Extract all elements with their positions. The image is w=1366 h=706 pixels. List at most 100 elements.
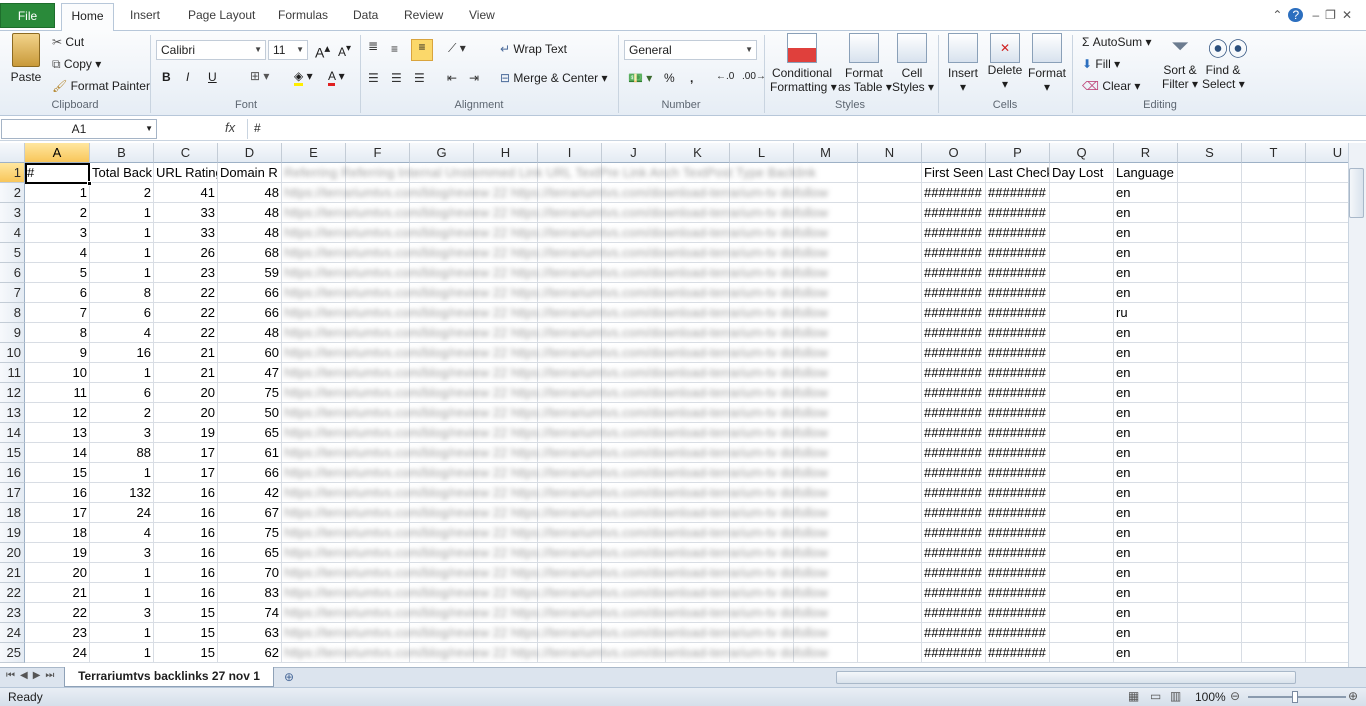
row-header[interactable]: 1: [0, 163, 25, 183]
table-cell[interactable]: ########: [986, 583, 1050, 603]
table-cell[interactable]: ########: [922, 643, 986, 663]
table-cell[interactable]: [1306, 643, 1348, 663]
cell-styles-button[interactable]: Cell Styles ▾: [892, 33, 934, 94]
restore-icon[interactable]: ❐: [1325, 8, 1342, 22]
fill-button[interactable]: ⬇ Fill ▾: [1082, 57, 1120, 71]
table-cell[interactable]: [1242, 463, 1306, 483]
table-cell[interactable]: 74: [218, 603, 282, 623]
table-cell[interactable]: 88: [90, 443, 154, 463]
table-cell[interactable]: 23: [25, 623, 90, 643]
table-cell[interactable]: 5: [25, 263, 90, 283]
table-cell[interactable]: ########: [922, 383, 986, 403]
column-header-c[interactable]: C: [154, 143, 218, 163]
minimize-ribbon-icon[interactable]: ⌃: [1272, 8, 1288, 22]
table-cell[interactable]: [1178, 203, 1242, 223]
table-cell[interactable]: [1306, 583, 1348, 603]
fill-handle[interactable]: [87, 181, 92, 186]
format-painter-button[interactable]: 🖌 Format Painter: [52, 79, 150, 93]
table-cell[interactable]: [1242, 183, 1306, 203]
table-cell[interactable]: [1050, 303, 1114, 323]
table-cell[interactable]: 14: [25, 443, 90, 463]
table-cell[interactable]: 3: [90, 423, 154, 443]
table-cell[interactable]: 21: [154, 343, 218, 363]
table-cell[interactable]: [1050, 523, 1114, 543]
table-cell[interactable]: ########: [986, 263, 1050, 283]
table-cell[interactable]: [1178, 303, 1242, 323]
table-cell[interactable]: ########: [922, 303, 986, 323]
table-cell[interactable]: 66: [218, 463, 282, 483]
tab-home[interactable]: Home: [61, 3, 114, 31]
table-cell[interactable]: [1242, 563, 1306, 583]
table-cell[interactable]: 63: [218, 623, 282, 643]
table-cell[interactable]: 65: [218, 543, 282, 563]
table-cell[interactable]: [1242, 363, 1306, 383]
autosum-button[interactable]: Σ AutoSum ▾: [1082, 35, 1151, 49]
table-cell[interactable]: [1242, 403, 1306, 423]
table-cell[interactable]: [1242, 283, 1306, 303]
table-cell[interactable]: en: [1114, 403, 1178, 423]
column-header-d[interactable]: D: [218, 143, 282, 163]
row-header[interactable]: 4: [0, 223, 25, 243]
table-cell[interactable]: ########: [922, 343, 986, 363]
shrink-font-button[interactable]: A▾: [338, 43, 351, 59]
table-cell[interactable]: ########: [986, 343, 1050, 363]
table-cell[interactable]: 3: [90, 603, 154, 623]
table-cell[interactable]: ########: [922, 543, 986, 563]
column-header-q[interactable]: Q: [1050, 143, 1114, 163]
table-cell[interactable]: en: [1114, 263, 1178, 283]
column-header-t[interactable]: T: [1242, 143, 1306, 163]
column-header-f[interactable]: F: [346, 143, 410, 163]
table-cell[interactable]: 24: [25, 643, 90, 663]
table-cell[interactable]: [1306, 523, 1348, 543]
table-cell[interactable]: [1306, 283, 1348, 303]
table-cell[interactable]: en: [1114, 623, 1178, 643]
table-cell[interactable]: 19: [25, 543, 90, 563]
table-cell[interactable]: [1306, 263, 1348, 283]
column-header-o[interactable]: O: [922, 143, 986, 163]
comma-button[interactable]: ,: [690, 71, 693, 85]
table-cell[interactable]: 42: [218, 483, 282, 503]
vertical-scroll-thumb[interactable]: [1349, 168, 1364, 218]
find-select-button[interactable]: ⦿⦿ Find & Select ▾: [1202, 33, 1248, 91]
table-cell[interactable]: 8: [25, 323, 90, 343]
align-bottom-button[interactable]: ≡: [411, 39, 433, 61]
delete-cells-button[interactable]: ✕ Delete ▾: [986, 33, 1024, 91]
table-cell[interactable]: [1242, 623, 1306, 643]
column-header-r[interactable]: R: [1114, 143, 1178, 163]
table-cell[interactable]: [1178, 423, 1242, 443]
table-cell[interactable]: [1050, 583, 1114, 603]
table-cell[interactable]: 33: [154, 223, 218, 243]
table-cell[interactable]: [1178, 343, 1242, 363]
column-header-j[interactable]: J: [602, 143, 666, 163]
orientation-button[interactable]: ⟋ ▾: [448, 41, 466, 56]
table-cell[interactable]: 15: [154, 603, 218, 623]
table-cell[interactable]: 1: [90, 583, 154, 603]
table-cell[interactable]: ########: [986, 203, 1050, 223]
table-cell[interactable]: ########: [986, 363, 1050, 383]
increase-decimal-button[interactable]: ←.0: [716, 71, 734, 82]
number-format-combo[interactable]: General ▼: [624, 40, 757, 60]
table-cell[interactable]: 16: [90, 343, 154, 363]
table-cell[interactable]: ########: [986, 543, 1050, 563]
fill-color-button[interactable]: ◈ ▾: [294, 69, 313, 86]
row-header[interactable]: 19: [0, 523, 25, 543]
table-cell[interactable]: 68: [218, 243, 282, 263]
table-cell[interactable]: [1050, 503, 1114, 523]
table-cell[interactable]: 15: [154, 623, 218, 643]
table-cell[interactable]: en: [1114, 183, 1178, 203]
align-center-button[interactable]: ☰: [391, 71, 402, 85]
row-header[interactable]: 13: [0, 403, 25, 423]
table-cell[interactable]: 1: [90, 263, 154, 283]
select-all-corner[interactable]: [0, 143, 25, 163]
help-icon[interactable]: ?: [1288, 8, 1304, 22]
table-cell[interactable]: [1178, 623, 1242, 643]
header-cell[interactable]: Last Check: [986, 163, 1050, 183]
table-cell[interactable]: 4: [25, 243, 90, 263]
table-cell[interactable]: 13: [25, 423, 90, 443]
italic-button[interactable]: I: [186, 70, 189, 84]
zoom-level[interactable]: 100%: [1195, 690, 1226, 704]
name-box[interactable]: A1 ▼: [1, 119, 157, 139]
table-cell[interactable]: en: [1114, 543, 1178, 563]
header-cell[interactable]: Language: [1114, 163, 1178, 183]
table-cell[interactable]: 66: [218, 283, 282, 303]
